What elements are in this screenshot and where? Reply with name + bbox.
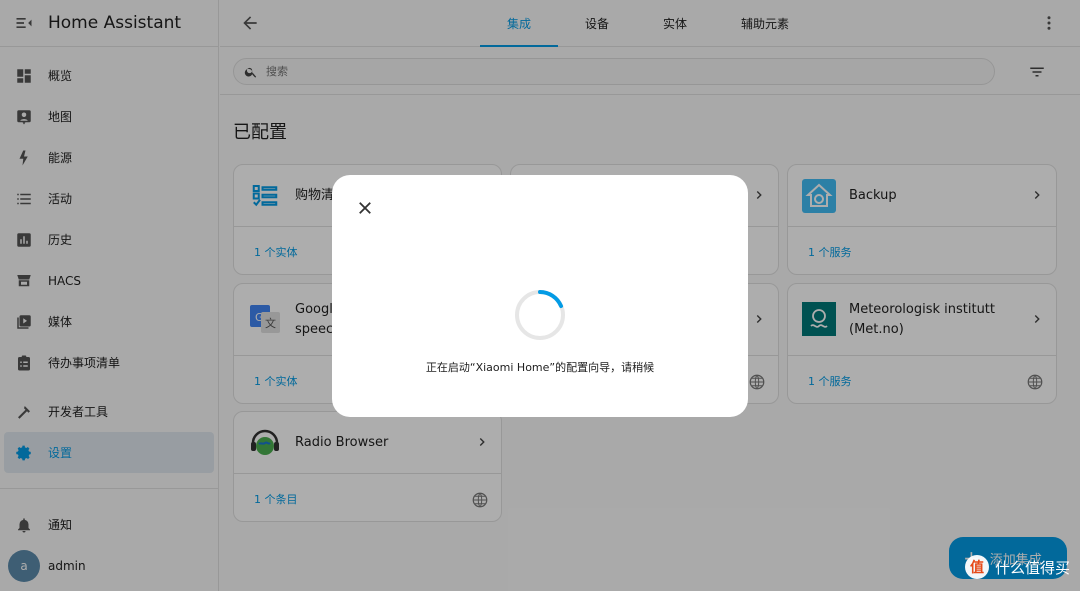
watermark: 值 什么值得买 [964,555,1070,579]
loading-message: 正在启动“Xiaomi Home”的配置向导，请稍候 [425,361,655,374]
watermark-logo-icon: 值 [964,555,989,579]
close-icon[interactable] [356,199,374,217]
config-flow-dialog: 正在启动“Xiaomi Home”的配置向导，请稍候 [332,175,748,417]
loading-spinner [515,290,565,340]
watermark-text: 什么值得买 [994,558,1070,577]
